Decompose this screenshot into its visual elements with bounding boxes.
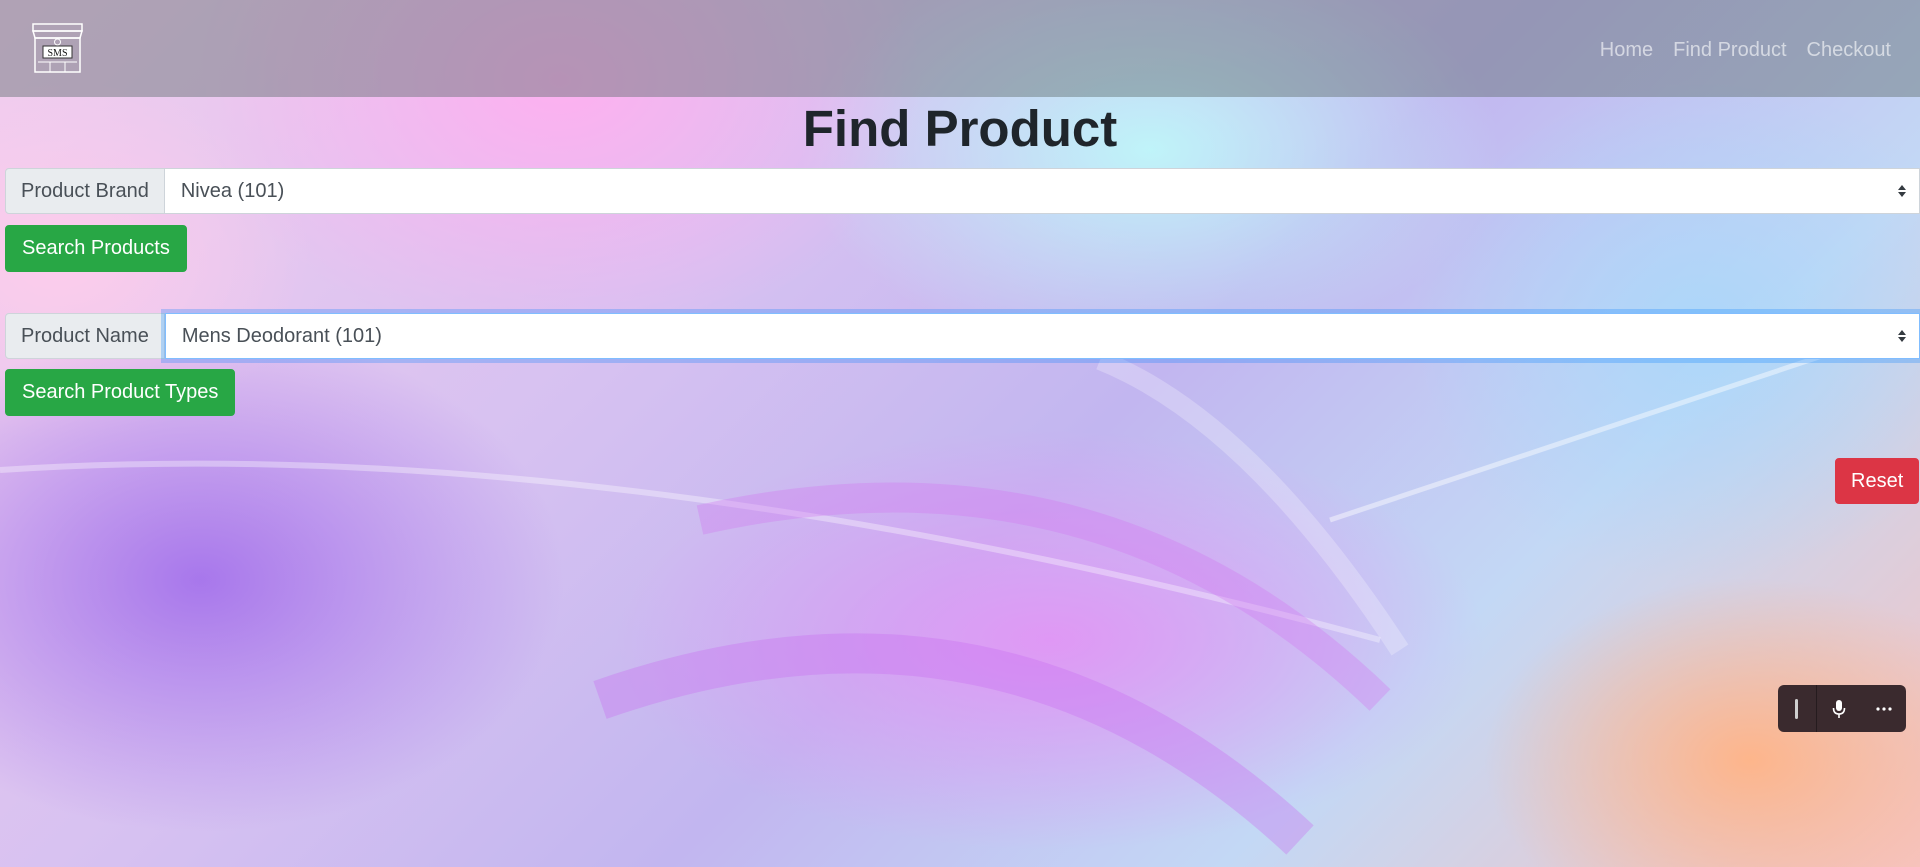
microphone-icon[interactable] bbox=[1817, 685, 1862, 732]
top-navbar: SMS Home Find Product Checkout bbox=[0, 0, 1920, 97]
drag-handle-icon[interactable] bbox=[1778, 685, 1817, 732]
page-title: Find Product bbox=[802, 100, 1118, 157]
logo-text: SMS bbox=[47, 48, 67, 59]
store-logo-icon[interactable]: SMS bbox=[30, 22, 85, 74]
product-brand-label: Product Brand bbox=[5, 168, 165, 214]
product-name-selected-value: Mens Deodorant (101) bbox=[181, 324, 382, 347]
search-products-button[interactable]: Search Products bbox=[5, 225, 187, 272]
search-product-types-button[interactable]: Search Product Types bbox=[5, 369, 236, 416]
select-arrows-icon bbox=[1898, 330, 1906, 342]
product-name-group: Product Name Mens Deodorant (101) bbox=[5, 313, 1920, 359]
voice-toolbar bbox=[1778, 685, 1906, 732]
nav-links: Home Find Product Checkout bbox=[1590, 38, 1891, 62]
product-brand-group: Product Brand Nivea (101) bbox=[5, 168, 1920, 214]
product-brand-selected-value: Nivea (101) bbox=[180, 179, 285, 202]
nav-link-find-product[interactable]: Find Product bbox=[1663, 38, 1796, 62]
nav-link-checkout[interactable]: Checkout bbox=[1797, 38, 1892, 62]
reset-button[interactable]: Reset bbox=[1835, 458, 1920, 504]
select-arrows-icon bbox=[1898, 185, 1906, 197]
nav-link-home[interactable]: Home bbox=[1590, 38, 1663, 62]
more-options-icon[interactable] bbox=[1861, 685, 1906, 732]
product-brand-select[interactable]: Nivea (101) bbox=[164, 168, 1920, 214]
product-name-select[interactable]: Mens Deodorant (101) bbox=[164, 313, 1920, 359]
product-name-label: Product Name bbox=[5, 313, 165, 359]
